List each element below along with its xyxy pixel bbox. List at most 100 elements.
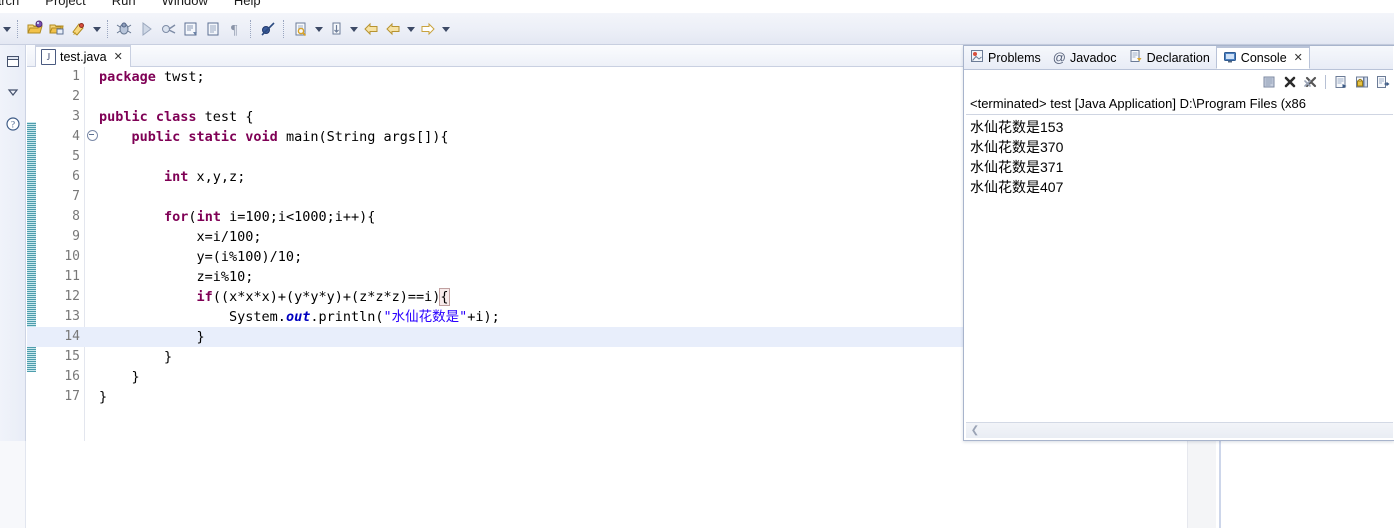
java-file-icon: J (41, 49, 56, 65)
terminate-icon[interactable] (1280, 73, 1299, 91)
fold-collapse-icon[interactable] (86, 127, 98, 147)
at-sign-icon: @ (1052, 50, 1066, 65)
scroll-lock-icon[interactable] (1331, 73, 1350, 91)
menu-item-help[interactable]: Help (232, 0, 263, 8)
code-text: } (99, 367, 140, 387)
restore-view-icon[interactable] (4, 53, 22, 71)
new-dropdown-caret-icon[interactable] (0, 18, 13, 40)
line-number: 4 (72, 129, 80, 144)
toolbar-separator (17, 20, 20, 38)
console-output-lines: 水仙花数是153 水仙花数是370 水仙花数是371 水仙花数是407 (966, 115, 1393, 197)
console-horizontal-scrollbar[interactable]: ❮ (966, 422, 1393, 438)
code-token: y=(i%100)/10; (99, 249, 303, 265)
search-icon[interactable] (290, 18, 312, 40)
display-selected-console-icon[interactable] (1373, 73, 1392, 91)
editor-tab-test-java[interactable]: J test.java ✕ (35, 45, 131, 67)
external-tools-icon[interactable] (158, 18, 180, 40)
close-icon[interactable]: ✕ (1294, 52, 1303, 64)
console-output-line: 水仙花数是371 (970, 159, 1064, 175)
code-text: System.out.println("水仙花数是"+i); (99, 307, 500, 327)
code-token: "水仙花数是" (383, 309, 468, 325)
console-view-tabbar: Problems @ Javadoc Declaration Console ✕ (964, 46, 1393, 70)
code-token: } (99, 369, 140, 385)
console-toolbar (1259, 72, 1392, 92)
tab-console-label: Console (1240, 51, 1287, 65)
open-task-icon[interactable] (202, 18, 224, 40)
menu-item-run[interactable]: Run (110, 0, 138, 8)
back-icon[interactable] (360, 18, 382, 40)
code-token: System. (99, 309, 286, 325)
code-text: public class test { (99, 107, 253, 127)
code-token: public class (99, 109, 197, 125)
code-token: } (99, 349, 173, 365)
console-launch-header: <terminated> test [Java Application] D:\… (966, 94, 1393, 115)
console-output-line: 水仙花数是407 (970, 179, 1064, 195)
tab-javadoc[interactable]: @ Javadoc (1047, 46, 1123, 69)
code-token: i=100;i<1000;i++){ (220, 209, 376, 225)
next-annotation-icon[interactable] (325, 18, 347, 40)
forward-dropdown-caret-icon[interactable] (404, 18, 417, 40)
annotation-dropdown-caret-icon[interactable] (347, 18, 360, 40)
editor-lower-blank (27, 441, 1188, 528)
code-text: int x,y,z; (99, 167, 245, 187)
code-token: int (196, 209, 221, 225)
minimize-chevron-icon[interactable] (4, 83, 22, 101)
svg-text:¶: ¶ (231, 23, 238, 38)
tab-declaration-label: Declaration (1146, 50, 1210, 65)
scroll-left-chevron-icon[interactable]: ❮ (968, 424, 982, 438)
code-token: } (99, 329, 205, 345)
menu-item-window[interactable]: Window (160, 0, 210, 8)
line-number: 2 (72, 89, 80, 104)
tab-problems[interactable]: Problems (964, 46, 1047, 69)
code-token: ( (188, 209, 197, 225)
code-token: public static void (131, 129, 278, 145)
line-number: 1 (72, 69, 80, 84)
next-edit-dropdown-caret-icon[interactable] (439, 18, 452, 40)
code-token: out (285, 309, 311, 325)
close-icon[interactable]: ✕ (114, 51, 123, 63)
line-number: 16 (64, 369, 80, 384)
tab-declaration[interactable]: Declaration (1123, 46, 1216, 69)
skip-breakpoints-icon[interactable] (257, 18, 279, 40)
code-text: x=i/100; (99, 227, 262, 247)
code-text: z=i%10; (99, 267, 254, 287)
new-java-dropdown-caret-icon[interactable] (90, 18, 103, 40)
new-wizard-icon[interactable] (24, 18, 46, 40)
left-trim-lower (0, 441, 26, 528)
clear-console-icon[interactable] (1259, 73, 1278, 91)
paragraph-mark-icon[interactable]: ¶ (224, 18, 246, 40)
background-strip-right (1219, 441, 1221, 528)
tab-console[interactable]: Console ✕ (1215, 46, 1310, 69)
print-icon[interactable] (68, 18, 90, 40)
remove-all-terminated-icon[interactable] (1301, 73, 1320, 91)
run-icon[interactable] (136, 18, 158, 40)
pin-console-icon[interactable] (1352, 73, 1371, 91)
line-number: 12 (64, 289, 80, 304)
debug-icon[interactable] (114, 18, 136, 40)
forward-icon[interactable] (382, 18, 404, 40)
console-output-line: 水仙花数是153 (970, 119, 1064, 135)
next-edit-icon[interactable] (417, 18, 439, 40)
tab-javadoc-label: Javadoc (1070, 50, 1117, 65)
save-icon[interactable] (46, 18, 68, 40)
code-token: test { (196, 109, 254, 125)
code-token: ((x*x*x)+(y*y*y)+(z*z*z)==i) (212, 289, 441, 305)
line-number: 14 (64, 329, 80, 344)
open-type-icon[interactable] (180, 18, 202, 40)
line-number: 9 (72, 229, 80, 244)
toolbar-separator (283, 20, 286, 38)
console-output-area[interactable]: <terminated> test [Java Application] D:\… (966, 94, 1393, 422)
code-token: .println( (310, 309, 384, 325)
code-text: public static void main(String args[]){ (99, 127, 449, 147)
menu-item-project[interactable]: Project (43, 0, 87, 8)
code-token: x=i/100; (99, 229, 262, 245)
code-text: } (99, 347, 172, 367)
menu-item-search[interactable]: arch (0, 0, 21, 8)
line-number: 15 (64, 349, 80, 364)
search-dropdown-caret-icon[interactable] (312, 18, 325, 40)
help-question-icon[interactable]: ? (4, 115, 22, 133)
line-number: 7 (72, 189, 80, 204)
